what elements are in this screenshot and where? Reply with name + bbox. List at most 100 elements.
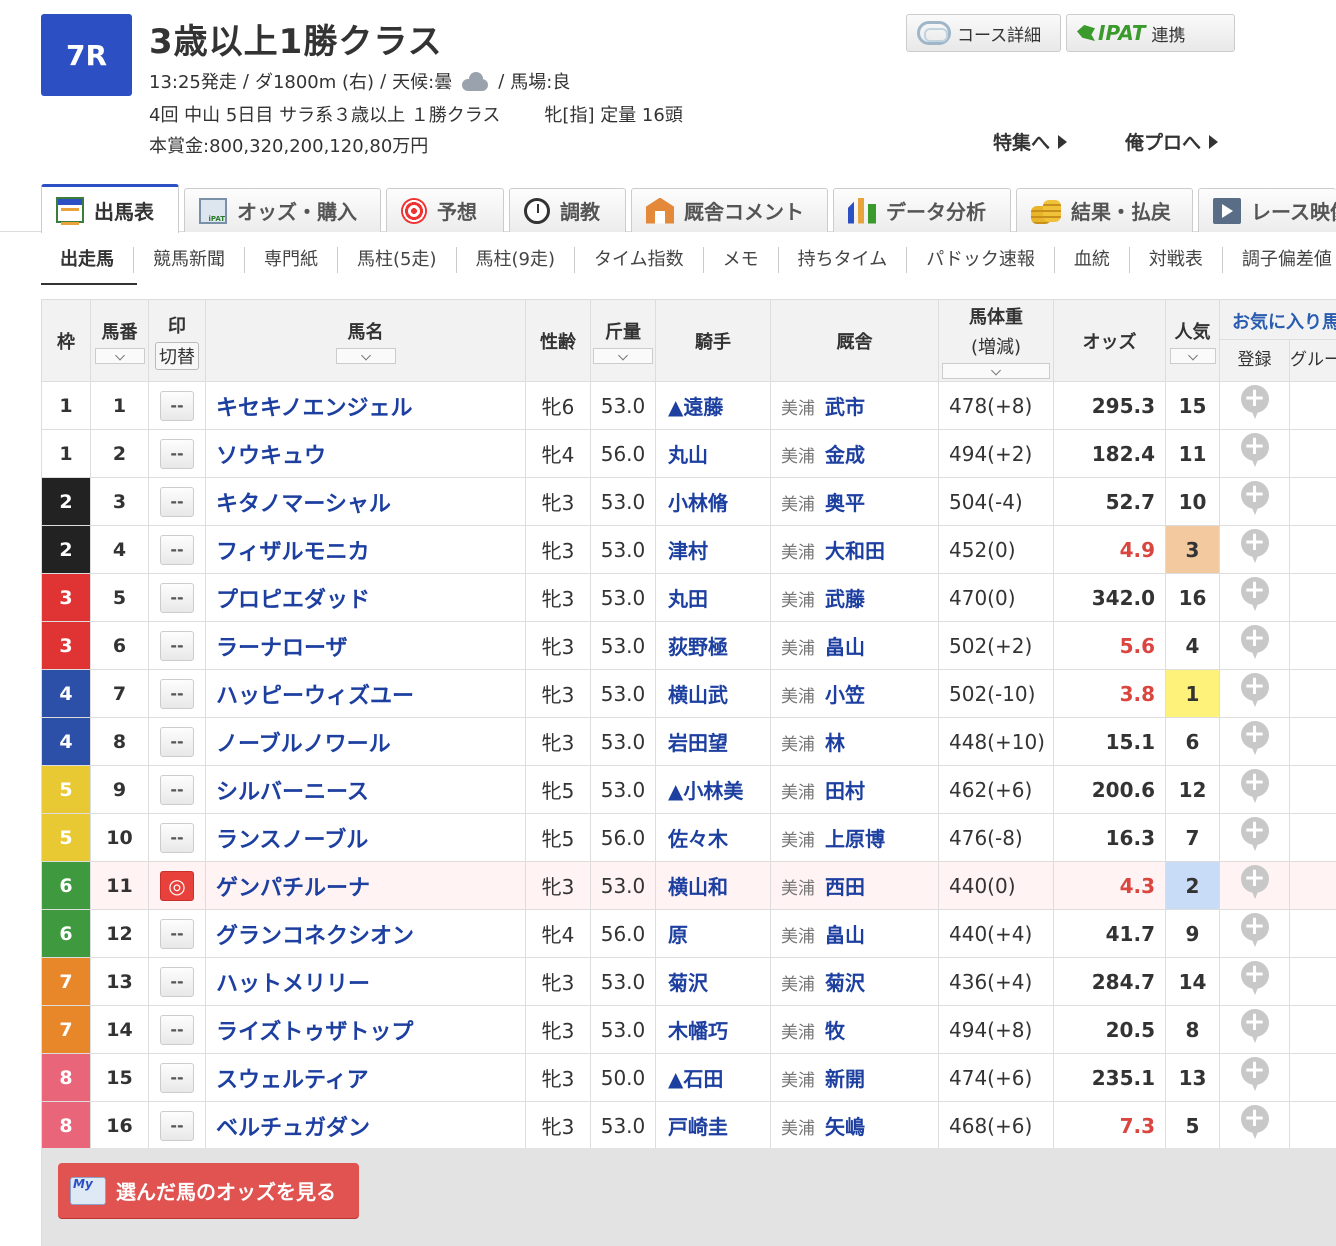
mark-button[interactable]: -- xyxy=(160,630,194,661)
trainer-link[interactable]: 菊沢 xyxy=(825,971,865,995)
subtab-specialist-paper[interactable]: 専門紙 xyxy=(245,247,338,273)
mark-button[interactable]: -- xyxy=(160,774,194,805)
mark-button[interactable]: -- xyxy=(160,726,194,757)
subtab-best-time[interactable]: 持ちタイム xyxy=(779,247,908,273)
tab-training[interactable]: 調教 xyxy=(509,188,626,232)
add-favorite-icon[interactable] xyxy=(1240,815,1269,853)
jockey-link[interactable]: 小林脩 xyxy=(655,477,771,526)
mark-button[interactable]: -- xyxy=(160,918,194,949)
trainer-link[interactable]: 金成 xyxy=(825,443,865,467)
view-selected-odds-button[interactable]: My 選んだ馬のオッズを見る xyxy=(58,1154,359,1218)
favorite-horse-title[interactable]: お気に入り馬 xyxy=(1220,300,1336,340)
horse-name-link[interactable]: スウェルティア xyxy=(205,1053,526,1102)
tab-prediction[interactable]: 予想 xyxy=(386,188,504,232)
subtab-memo[interactable]: メモ xyxy=(704,247,779,273)
header-popularity[interactable]: 人気 xyxy=(1165,299,1220,382)
horse-name-link[interactable]: キタノマーシャル xyxy=(205,477,526,526)
trainer-link[interactable]: 小笠 xyxy=(825,683,865,707)
trainer-link[interactable]: 林 xyxy=(825,731,845,755)
add-favorite-icon[interactable] xyxy=(1240,911,1269,949)
horse-name-link[interactable]: ノーブルノワール xyxy=(205,717,526,766)
tab-results[interactable]: 結果・払戻 xyxy=(1016,188,1193,232)
jockey-link[interactable]: ▲遠藤 xyxy=(655,381,771,430)
add-favorite-icon[interactable] xyxy=(1240,959,1269,997)
jockey-link[interactable]: ▲小林美 xyxy=(655,765,771,814)
horse-name-link[interactable]: グランコネクシオン xyxy=(205,909,526,958)
mark-button[interactable]: -- xyxy=(160,1014,194,1045)
jockey-link[interactable]: 津村 xyxy=(655,525,771,574)
feature-link[interactable]: 特集へ xyxy=(993,128,1068,155)
trainer-link[interactable]: 武藤 xyxy=(825,587,865,611)
mark-button[interactable]: -- xyxy=(160,1110,194,1141)
jockey-link[interactable]: ▲石田 xyxy=(655,1053,771,1102)
mark-button[interactable]: -- xyxy=(160,438,194,469)
add-favorite-icon[interactable] xyxy=(1240,1007,1269,1045)
jockey-link[interactable]: 原 xyxy=(655,909,771,958)
tab-data-analysis[interactable]: データ分析 xyxy=(833,188,1011,232)
trainer-link[interactable]: 奥平 xyxy=(825,491,865,515)
subtab-pedigree[interactable]: 血統 xyxy=(1055,247,1130,273)
header-name[interactable]: 馬名 xyxy=(205,299,526,382)
add-favorite-icon[interactable] xyxy=(1240,527,1269,565)
mark-button[interactable]: -- xyxy=(160,486,194,517)
tab-stable-comment[interactable]: 厩舎コメント xyxy=(631,188,828,232)
trainer-link[interactable]: 新開 xyxy=(825,1067,865,1091)
header-weight[interactable]: 斤量 xyxy=(590,299,656,382)
jockey-link[interactable]: 木幡巧 xyxy=(655,1005,771,1054)
add-favorite-icon[interactable] xyxy=(1240,623,1269,661)
sort-name-icon[interactable] xyxy=(335,347,396,364)
jockey-link[interactable]: 横山和 xyxy=(655,861,771,910)
trainer-link[interactable]: 大和田 xyxy=(825,539,885,563)
mark-button[interactable]: -- xyxy=(160,534,194,565)
subtab-past5[interactable]: 馬柱(5走) xyxy=(338,247,457,273)
subtab-past9[interactable]: 馬柱(9走) xyxy=(457,247,575,273)
mark-button[interactable]: -- xyxy=(160,582,194,613)
trainer-link[interactable]: 上原博 xyxy=(825,827,885,851)
tab-race-video[interactable]: レース映像 xyxy=(1198,188,1336,232)
header-umaban[interactable]: 馬番 xyxy=(90,299,149,382)
mark-button[interactable]: -- xyxy=(160,390,194,421)
mark-toggle-button[interactable]: 切替 xyxy=(155,341,199,370)
mark-button[interactable]: -- xyxy=(160,678,194,709)
jockey-link[interactable]: 荻野極 xyxy=(655,621,771,670)
add-favorite-icon[interactable] xyxy=(1240,575,1269,613)
jockey-link[interactable]: 丸田 xyxy=(655,573,771,622)
sort-bodyweight-icon[interactable] xyxy=(942,362,1050,379)
sort-popularity-icon[interactable] xyxy=(1169,347,1216,364)
horse-name-link[interactable]: シルバーニース xyxy=(205,765,526,814)
mark-button[interactable]: -- xyxy=(160,966,194,997)
jockey-link[interactable]: 岩田望 xyxy=(655,717,771,766)
trainer-link[interactable]: 牧 xyxy=(825,1019,845,1043)
add-favorite-icon[interactable] xyxy=(1240,479,1269,517)
orepro-link[interactable]: 俺プロへ xyxy=(1125,128,1219,155)
horse-name-link[interactable]: ゲンパチルーナ xyxy=(205,861,526,910)
add-favorite-icon[interactable] xyxy=(1240,383,1269,421)
subtab-paddock[interactable]: パドック速報 xyxy=(907,247,1055,273)
mark-button[interactable]: ◎ xyxy=(160,870,194,901)
trainer-link[interactable]: 畠山 xyxy=(825,635,865,659)
subtab-time-index[interactable]: タイム指数 xyxy=(575,247,704,273)
trainer-link[interactable]: 矢嶋 xyxy=(825,1115,865,1139)
add-favorite-icon[interactable] xyxy=(1240,1055,1269,1093)
add-favorite-icon[interactable] xyxy=(1240,671,1269,709)
trainer-link[interactable]: 西田 xyxy=(825,875,865,899)
add-favorite-icon[interactable] xyxy=(1240,719,1269,757)
jockey-link[interactable]: 丸山 xyxy=(655,429,771,478)
mark-button[interactable]: -- xyxy=(160,822,194,853)
horse-name-link[interactable]: ソウキュウ xyxy=(205,429,526,478)
horse-name-link[interactable]: フィザルモニカ xyxy=(205,525,526,574)
horse-name-link[interactable]: ラーナローザ xyxy=(205,621,526,670)
jockey-link[interactable]: 菊沢 xyxy=(655,957,771,1006)
horse-name-link[interactable]: キセキノエンジェル xyxy=(205,381,526,430)
header-bodyweight[interactable]: 馬体重 (増減) xyxy=(938,299,1054,382)
add-favorite-icon[interactable] xyxy=(1240,767,1269,805)
sort-umaban-icon[interactable] xyxy=(94,347,145,364)
horse-name-link[interactable]: ハッピーウィズユー xyxy=(205,669,526,718)
course-detail-button[interactable]: コース詳細 xyxy=(906,14,1061,52)
subtab-matchup[interactable]: 対戦表 xyxy=(1130,247,1223,273)
add-favorite-icon[interactable] xyxy=(1240,431,1269,469)
trainer-link[interactable]: 畠山 xyxy=(825,923,865,947)
ipat-link-button[interactable]: IPAT 連携 xyxy=(1066,14,1235,52)
jockey-link[interactable]: 戸崎圭 xyxy=(655,1101,771,1150)
horse-name-link[interactable]: ランスノーブル xyxy=(205,813,526,862)
